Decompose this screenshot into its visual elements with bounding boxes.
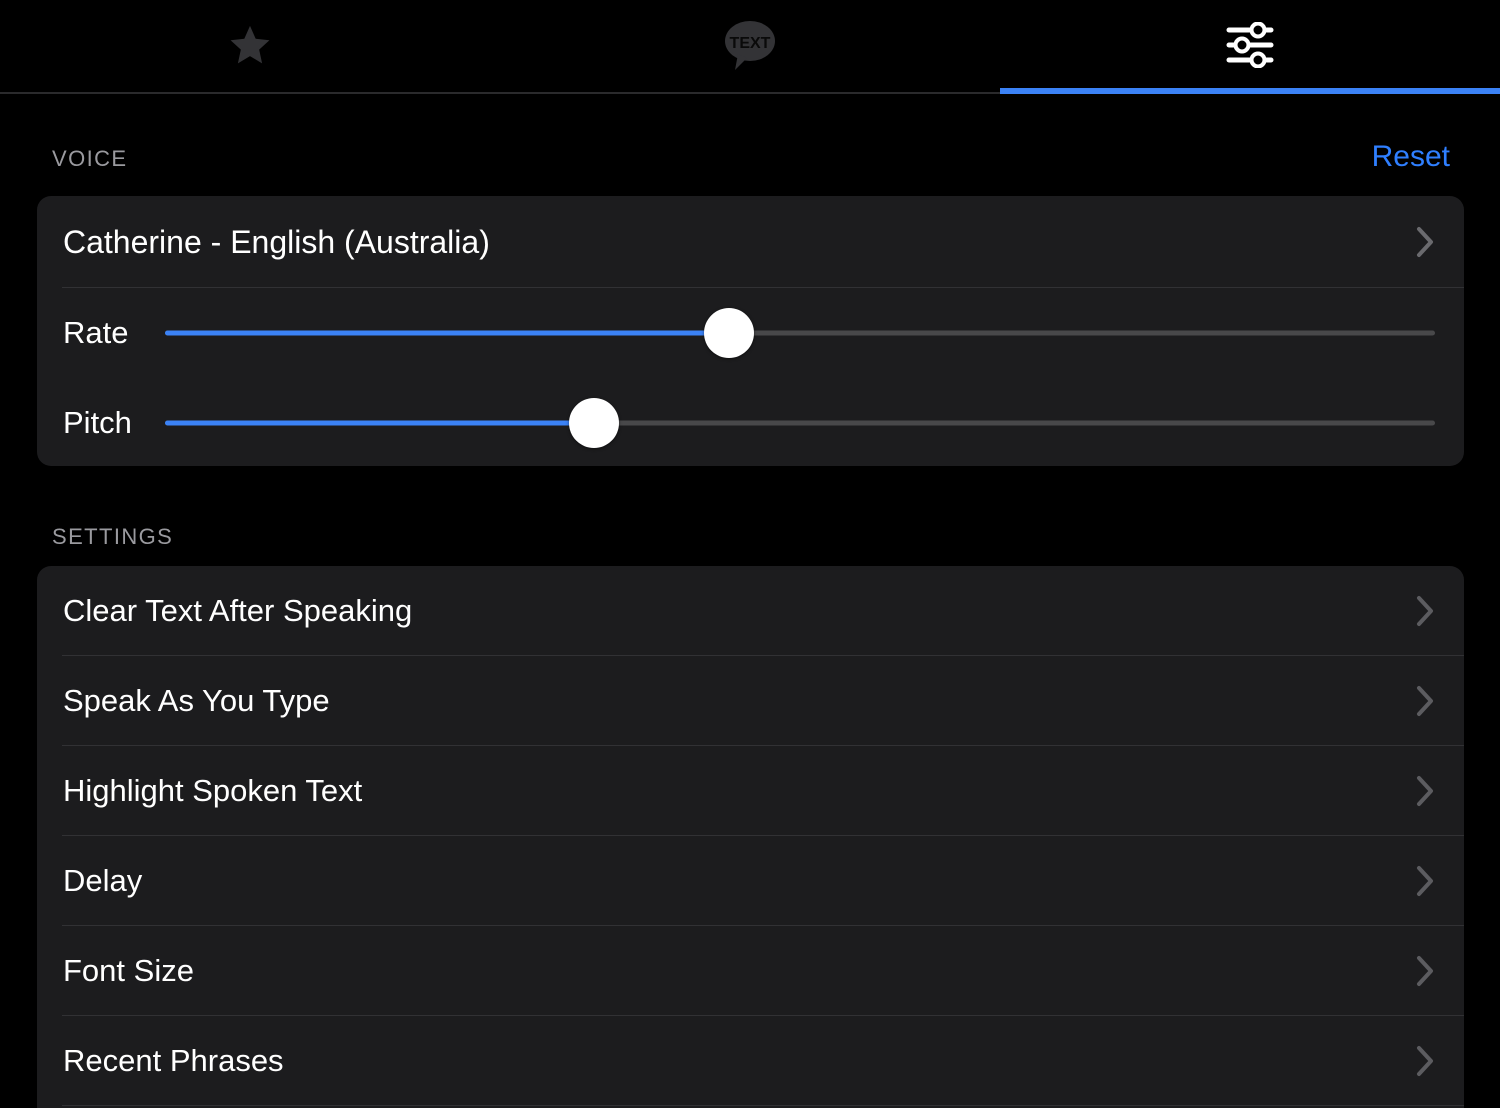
app-screen: TEXT VOICE Reset Catherine - English (Au… bbox=[0, 0, 1500, 1108]
setting-row-speak-as-you-type[interactable]: Speak As You Type bbox=[37, 656, 1464, 746]
settings-card: Clear Text After Speaking Speak As You T… bbox=[37, 566, 1464, 1108]
tab-indicator-text bbox=[500, 88, 1000, 94]
tab-settings[interactable] bbox=[1000, 0, 1500, 94]
pitch-slider-knob[interactable] bbox=[569, 398, 620, 448]
rate-slider-fill bbox=[165, 330, 729, 336]
chevron-right-icon bbox=[1414, 952, 1436, 990]
tab-bar: TEXT bbox=[0, 0, 1500, 94]
rate-label: Rate bbox=[63, 315, 129, 350]
setting-row-label: Highlight Spoken Text bbox=[63, 773, 363, 808]
setting-row-recent-phrases[interactable]: Recent Phrases bbox=[37, 1016, 1464, 1106]
voice-card: Catherine - English (Australia) Rate Pit… bbox=[37, 196, 1464, 466]
pitch-slider-row: Pitch bbox=[37, 378, 1464, 466]
text-bubble-label: TEXT bbox=[730, 35, 771, 52]
pitch-slider[interactable] bbox=[165, 393, 1435, 453]
setting-row-clear-text-after-speaking[interactable]: Clear Text After Speaking bbox=[37, 566, 1464, 656]
star-icon bbox=[218, 13, 282, 77]
chevron-right-icon bbox=[1414, 592, 1436, 630]
setting-row-font-size[interactable]: Font Size bbox=[37, 926, 1464, 1016]
settings-section-header: SETTINGS bbox=[52, 524, 1450, 550]
setting-row-highlight-spoken-text[interactable]: Highlight Spoken Text bbox=[37, 746, 1464, 836]
chevron-right-icon bbox=[1414, 682, 1436, 720]
chevron-right-icon bbox=[1414, 1042, 1436, 1080]
voice-section-title: VOICE bbox=[52, 146, 128, 171]
rate-slider-knob[interactable] bbox=[703, 308, 754, 358]
reset-button[interactable]: Reset bbox=[1372, 140, 1450, 174]
settings-section-title: SETTINGS bbox=[52, 524, 174, 549]
voice-section-header: VOICE Reset bbox=[52, 140, 1450, 174]
tab-indicator-settings bbox=[1000, 88, 1500, 94]
setting-row-label: Speak As You Type bbox=[63, 683, 330, 718]
setting-row-label: Font Size bbox=[63, 953, 194, 988]
row-divider bbox=[62, 1105, 1464, 1106]
voice-selection-label: Catherine - English (Australia) bbox=[63, 223, 490, 260]
pitch-label: Pitch bbox=[63, 405, 132, 440]
setting-row-label: Recent Phrases bbox=[63, 1043, 284, 1078]
chevron-right-icon bbox=[1414, 223, 1436, 261]
setting-row-delay[interactable]: Delay bbox=[37, 836, 1464, 926]
setting-row-label: Delay bbox=[63, 863, 143, 898]
sliders-icon bbox=[1218, 13, 1282, 77]
chevron-right-icon bbox=[1414, 772, 1436, 810]
tab-indicator-favorites bbox=[0, 88, 500, 94]
setting-row-label: Clear Text After Speaking bbox=[63, 593, 413, 628]
text-bubble-icon: TEXT bbox=[718, 13, 782, 77]
rate-slider-row: Rate bbox=[37, 288, 1464, 378]
tab-favorites[interactable] bbox=[0, 0, 500, 94]
voice-selection-row[interactable]: Catherine - English (Australia) bbox=[37, 196, 1464, 288]
pitch-slider-fill bbox=[165, 420, 595, 426]
chevron-right-icon bbox=[1414, 862, 1436, 900]
rate-slider[interactable] bbox=[165, 303, 1435, 363]
tab-text[interactable]: TEXT bbox=[500, 0, 1000, 94]
